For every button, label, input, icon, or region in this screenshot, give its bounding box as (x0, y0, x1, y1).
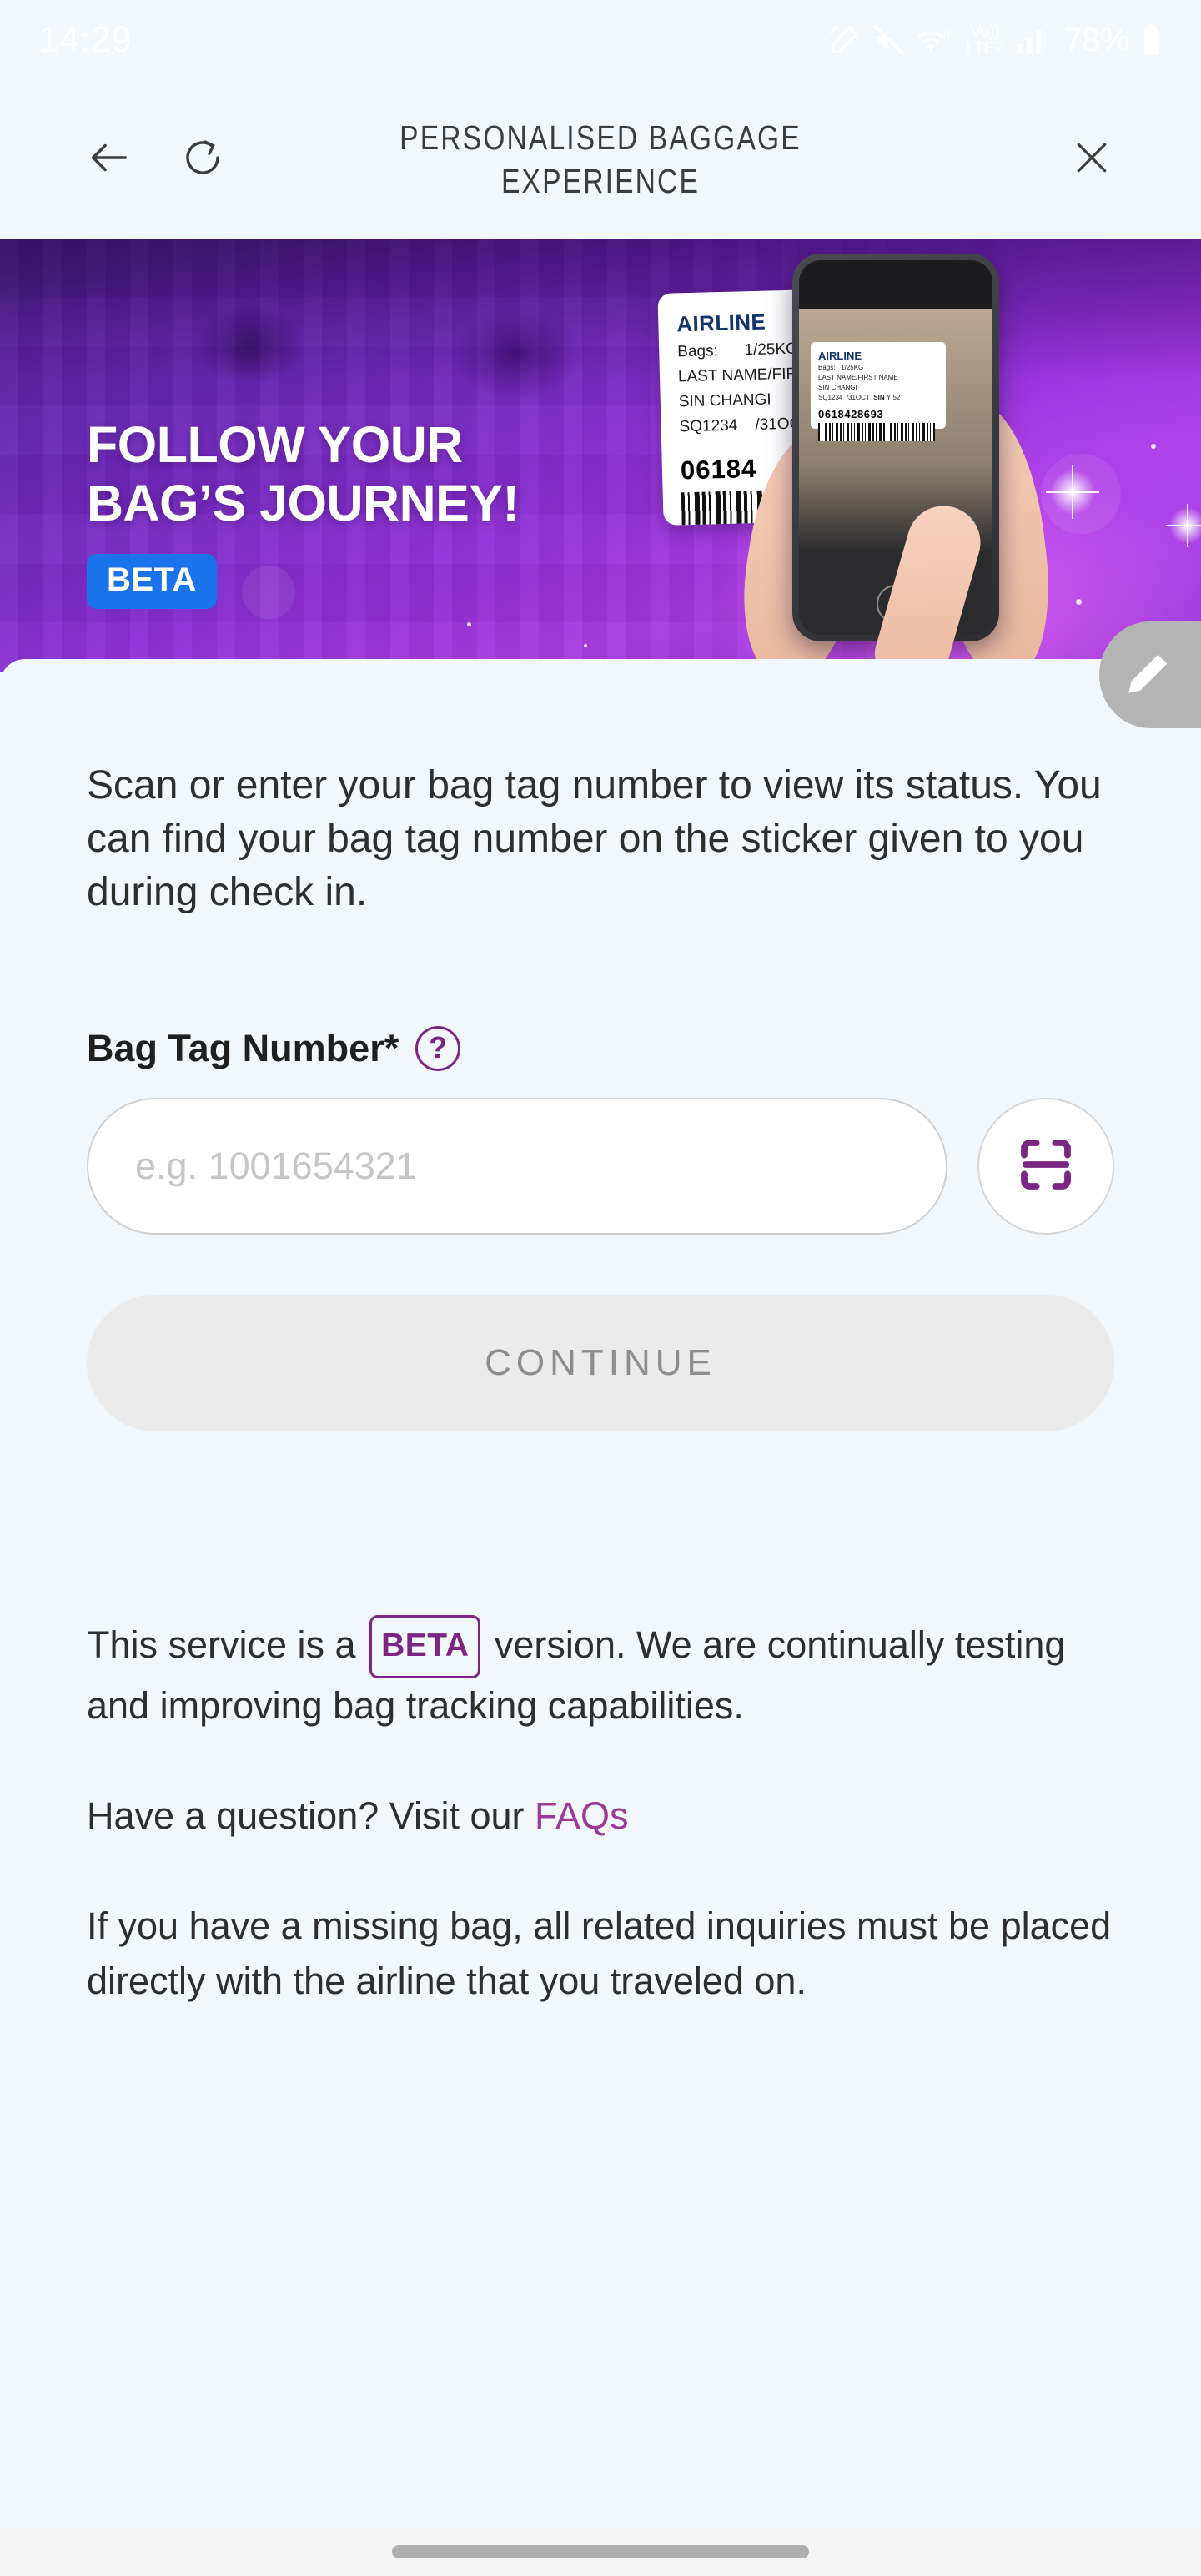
footer-notes: This service is a BETA version. We are c… (87, 1615, 1114, 2009)
close-button[interactable] (1063, 130, 1121, 189)
intro-text: Scan or enter your bag tag number to vie… (87, 763, 1102, 914)
phone-tag-destination: SIN CHANGI (818, 384, 857, 391)
bag-tag-field-label-row: Bag Tag Number* ? (87, 1026, 1114, 1071)
faqs-link[interactable]: FAQs (535, 1794, 629, 1837)
status-bar: 14:29 6 Vo)) LTE2 78% (0, 0, 1201, 80)
refresh-icon (180, 135, 225, 184)
barcode-scan-icon (1013, 1132, 1078, 1201)
svg-text:6: 6 (943, 29, 950, 43)
battery-percent-label: 78% (1063, 21, 1129, 58)
pencil-icon (1121, 649, 1173, 705)
signal-icon (1015, 23, 1052, 57)
phone-tag-passenger: LAST NAME/FIRST NAME (818, 374, 898, 381)
back-button[interactable] (80, 130, 138, 189)
status-time: 14:29 (38, 19, 133, 60)
phone-tag-barcode (818, 423, 935, 441)
phone-tag-flight: SQ1234 /31OCT SIN Y 52 (818, 394, 901, 401)
faq-note: Have a question? Visit our FAQs (87, 1789, 1114, 1844)
continue-button[interactable]: CONTINUE (87, 1295, 1114, 1431)
help-icon[interactable]: ? (415, 1026, 461, 1071)
inline-beta-badge: BETA (369, 1615, 481, 1678)
feedback-button[interactable] (1099, 621, 1201, 728)
hero-beta-badge: BETA (87, 554, 217, 609)
hero-banner: AIRLINE Bags: 1/25KG LAST NAME/FIRST NAM… (0, 239, 1201, 672)
phone-tag-airline: AIRLINE (818, 350, 862, 362)
home-indicator[interactable] (392, 2545, 809, 2558)
phone-tag-number: 0618428693 (818, 408, 884, 420)
faq-note-text: Have a question? Visit our (87, 1794, 525, 1837)
mute-icon (872, 23, 906, 57)
beta-note-before: This service is a (87, 1623, 356, 1666)
system-navigation-bar (0, 2528, 1201, 2576)
battery-icon (1141, 23, 1163, 57)
beta-version-note: This service is a BETA version. We are c… (87, 1615, 1114, 1733)
page-title: PERSONALISED BAGGAGE EXPERIENCE (399, 118, 802, 200)
phone-tag-bags: Bags: 1/25KG (818, 364, 864, 371)
content-card: Scan or enter your bag tag number to vie… (0, 659, 1201, 2528)
bag-tag-number-input[interactable] (87, 1098, 947, 1235)
wifi-icon: 6 (917, 23, 954, 57)
bag-tag-field-label: Bag Tag Number* (87, 1027, 399, 1069)
sparkle-dot (467, 622, 471, 626)
app-screen: 14:29 6 Vo)) LTE2 78% PERSONALISED BAGGA… (0, 0, 1201, 2576)
bag-tag-input-row (87, 1098, 1114, 1235)
hero-headline-line2: BAG’S JOURNEY! (87, 475, 520, 531)
phone-bag-tag: AIRLINE Bags: 1/25KG LAST NAME/FIRST NAM… (811, 342, 946, 441)
status-icons: 6 Vo)) LTE2 78% (827, 22, 1163, 59)
app-header: PERSONALISED BAGGAGE EXPERIENCE (0, 80, 1201, 239)
hero-headline-line1: FOLLOW YOUR (87, 416, 463, 473)
close-icon (1069, 135, 1114, 184)
hero-text-block: FOLLOW YOUR BAG’S JOURNEY! BETA (87, 415, 520, 609)
scan-barcode-button[interactable] (977, 1098, 1114, 1235)
stylus-icon (827, 23, 861, 57)
volte-icon: Vo)) LTE2 (966, 23, 1004, 58)
hero-artwork: AIRLINE Bags: 1/25KG LAST NAME/FIRST NAM… (617, 239, 1201, 672)
refresh-button[interactable] (173, 130, 232, 189)
back-arrow-icon (85, 133, 133, 186)
missing-bag-note: If you have a missing bag, all related i… (87, 1904, 1112, 2002)
sparkle-dot (584, 644, 587, 647)
